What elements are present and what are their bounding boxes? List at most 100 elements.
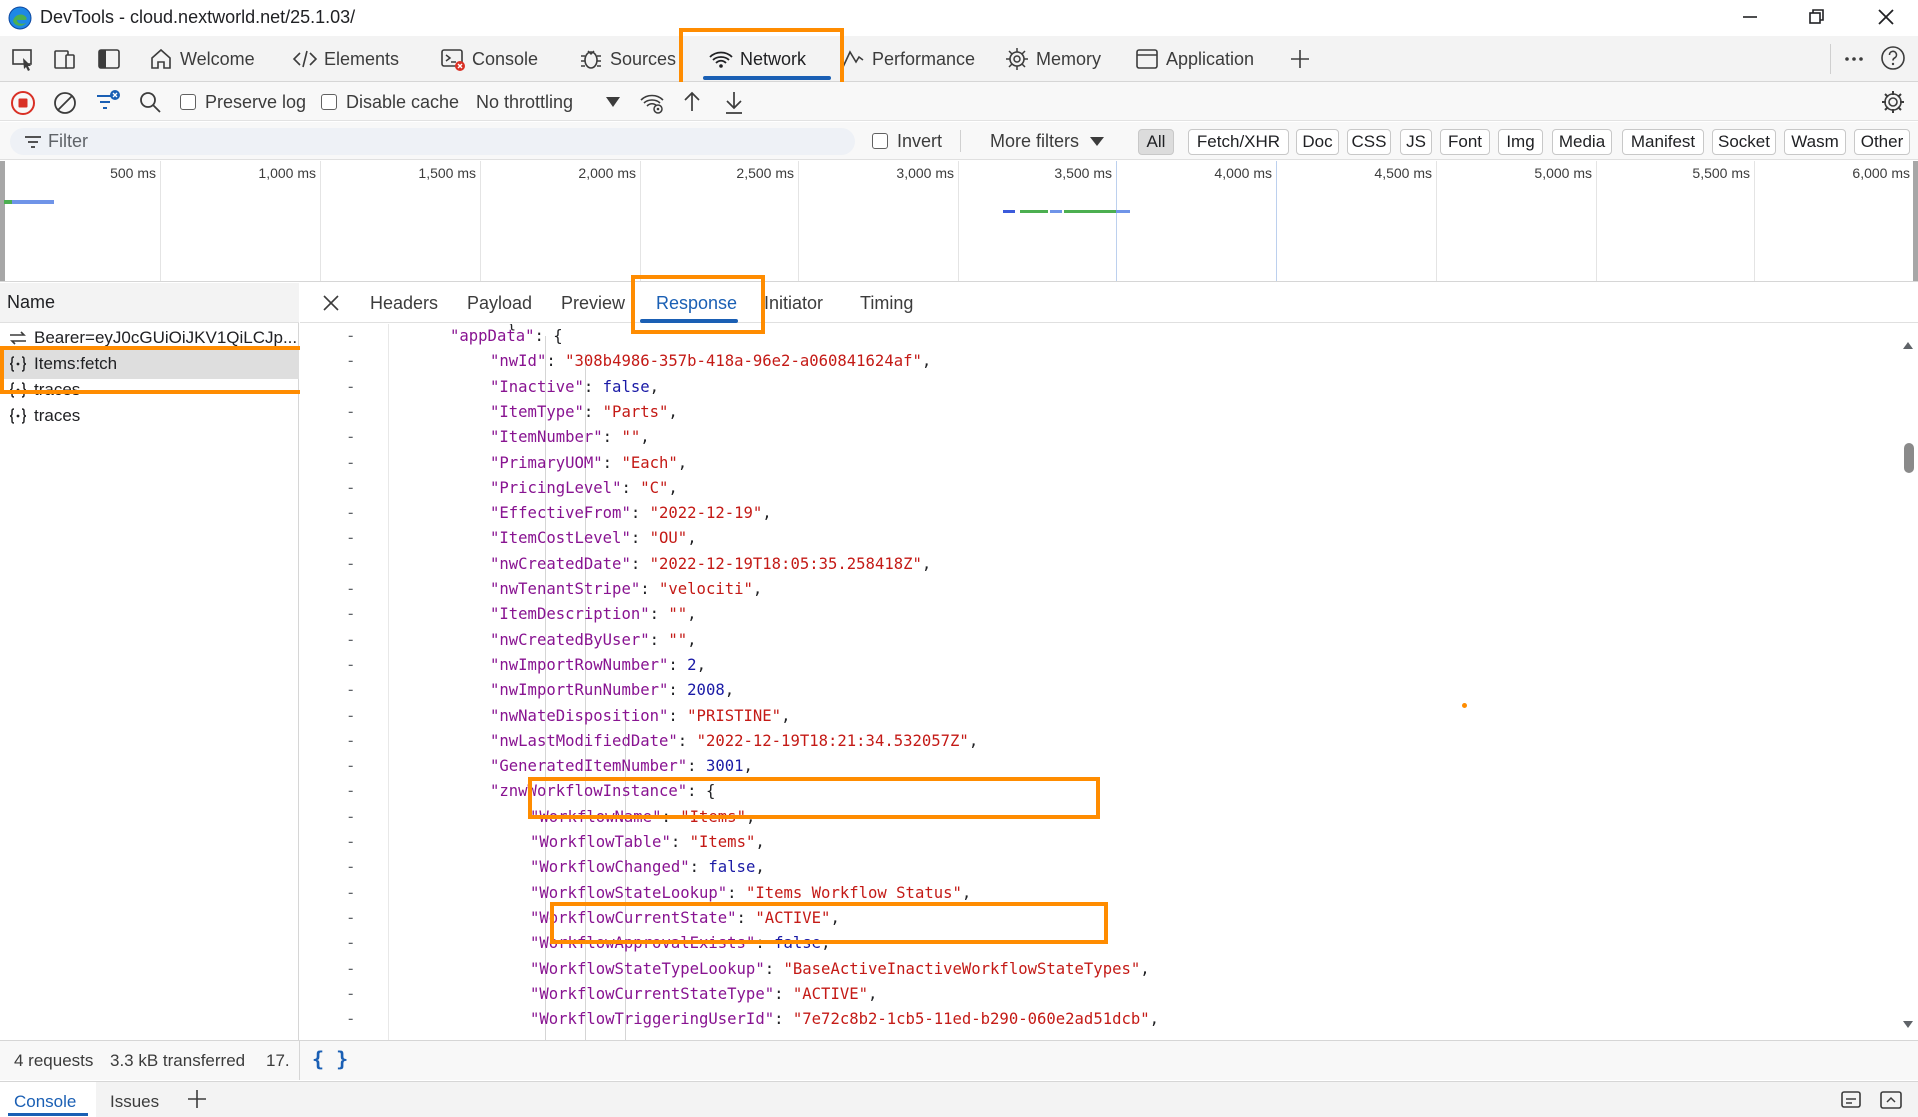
fold-marker[interactable]: - [346,552,355,577]
more-filters-dropdown[interactable]: More filters [990,129,1105,153]
dock-sidebar-icon[interactable] [96,46,122,72]
fold-marker[interactable]: - [346,931,355,956]
invert-box[interactable] [872,133,888,149]
filter-chip-media[interactable]: Media [1552,129,1612,155]
drawer-tab-issues[interactable]: Issues [110,1092,159,1112]
filter-chip-other[interactable]: Other [1854,129,1910,155]
filter-chip-js[interactable]: JS [1400,129,1432,155]
request-row[interactable]: traces [0,401,299,431]
tab-initiator[interactable]: Initiator [764,293,823,314]
tab-preview[interactable]: Preview [561,293,625,314]
tab-memory[interactable]: Memory [1004,45,1101,73]
fold-marker[interactable]: - [346,653,355,678]
network-settings-gear-icon[interactable] [1880,89,1906,115]
json-key: EffectiveFrom [499,504,622,523]
close-drawer-icon[interactable] [1878,1089,1904,1111]
fold-marker[interactable]: - [346,957,355,982]
pretty-print-button[interactable]: { } [312,1047,348,1071]
record-stop-icon[interactable] [10,90,36,116]
response-scrollbar-thumb[interactable] [1904,443,1914,473]
fold-marker[interactable]: - [346,375,355,400]
fold-marker[interactable]: - [346,628,355,653]
fold-marker[interactable]: - [346,400,355,425]
fold-marker[interactable]: - [346,501,355,526]
inspect-element-icon[interactable] [10,46,36,72]
details-panel: Headers Payload Preview Response Initiat… [300,283,1918,1040]
restore-icon[interactable] [1804,6,1828,28]
filter-chip-manifest[interactable]: Manifest [1622,129,1704,155]
tab-console[interactable]: Console [440,45,538,73]
fold-marker[interactable]: - [346,779,355,804]
preserve-log-checkbox[interactable]: Preserve log [180,90,306,114]
import-har-icon[interactable] [680,89,704,115]
request-bar-download [12,200,54,204]
fold-marker[interactable]: - [346,704,355,729]
disable-cache-box[interactable] [321,94,337,110]
fold-marker[interactable]: - [346,881,355,906]
fold-marker[interactable]: - [346,1007,355,1032]
filter-chip-css[interactable]: CSS [1347,129,1391,155]
overview-left-handle[interactable] [0,161,5,281]
clear-icon[interactable] [52,90,78,116]
json-value: 2008 [687,681,725,700]
fold-marker[interactable]: - [346,476,355,501]
tab-performance[interactable]: Performance [840,45,975,73]
device-emulation-icon[interactable] [52,46,78,72]
export-har-icon[interactable] [722,89,746,115]
timeline-overview[interactable]: 500 ms 1,000 ms 1,500 ms 2,000 ms 2,500 … [0,161,1918,282]
search-icon[interactable] [138,90,162,114]
tab-elements[interactable]: Elements [292,45,399,73]
filter-active-icon[interactable] [94,88,122,116]
tab-payload[interactable]: Payload [467,293,532,314]
request-list-header[interactable]: Name [0,283,299,323]
tab-timing[interactable]: Timing [860,293,913,314]
fold-marker[interactable]: - [346,855,355,880]
scroll-down-arrow-icon[interactable] [1902,1019,1914,1031]
filter-chip-socket[interactable]: Socket [1712,129,1776,155]
fold-marker[interactable]: - [346,324,355,349]
filter-chip-wasm[interactable]: Wasm [1784,129,1846,155]
grid-line [1596,161,1597,281]
filter-chip-fetch-xhr[interactable]: Fetch/XHR [1188,129,1289,155]
fold-marker[interactable]: - [346,526,355,551]
drawer-tab-console[interactable]: Console [0,1082,96,1117]
fold-marker[interactable]: - [346,830,355,855]
disable-cache-checkbox[interactable]: Disable cache [321,90,459,114]
invert-checkbox[interactable]: Invert [872,129,942,153]
throttling-dropdown-icon[interactable] [604,95,622,109]
preserve-log-box[interactable] [180,94,196,110]
filter-chip-doc[interactable]: Doc [1296,129,1339,155]
more-options-icon[interactable] [1842,48,1866,70]
tab-sources[interactable]: Sources [578,45,676,73]
fold-marker[interactable]: - [346,349,355,374]
fold-marker[interactable]: - [346,729,355,754]
fold-marker[interactable]: - [346,602,355,627]
filter-chip-all[interactable]: All [1138,129,1174,155]
fold-marker[interactable]: - [346,451,355,476]
filter-input[interactable]: Filter [10,128,855,155]
filter-chip-img[interactable]: Img [1498,129,1543,155]
help-icon[interactable] [1880,45,1906,71]
fold-marker[interactable]: - [346,425,355,450]
fold-marker[interactable]: - [346,678,355,703]
filter-chip-font[interactable]: Font [1440,129,1490,155]
tab-welcome[interactable]: Welcome [148,45,255,73]
tab-headers[interactable]: Headers [370,293,438,314]
fold-marker[interactable]: - [346,754,355,779]
minimize-icon[interactable] [1738,6,1762,28]
tab-application[interactable]: Application [1134,45,1254,73]
fold-marker[interactable]: - [346,577,355,602]
close-window-icon[interactable] [1874,6,1898,28]
network-conditions-icon[interactable] [638,89,666,117]
name-column-header[interactable]: Name [7,292,55,313]
fold-marker[interactable]: - [346,805,355,830]
scroll-up-arrow-icon[interactable] [1902,339,1914,351]
close-details-icon[interactable] [320,292,342,314]
dock-drawer-icon[interactable] [1838,1089,1864,1111]
fold-marker[interactable]: - [346,982,355,1007]
fold-marker[interactable]: - [346,906,355,931]
overview-right-handle[interactable] [1913,161,1918,281]
throttling-select[interactable]: No throttling [476,90,573,114]
add-tab-plus-icon[interactable] [1288,47,1312,71]
drawer-add-tab-icon[interactable] [186,1088,208,1110]
